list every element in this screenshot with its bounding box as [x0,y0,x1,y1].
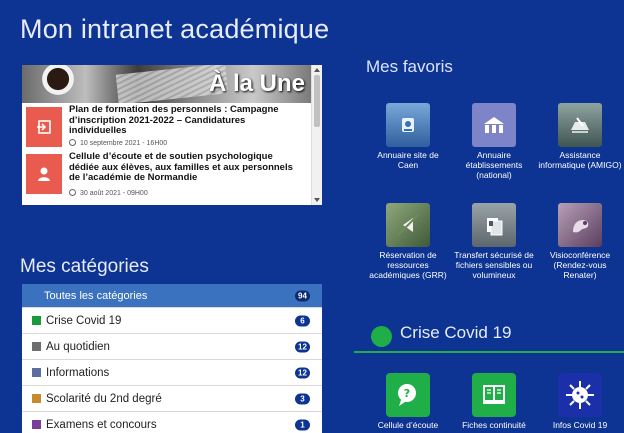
category-color-swatch [32,342,41,351]
favorite-label: Assistance informatique (AMIGO) [538,150,622,170]
it-support-icon [558,103,602,147]
news-banner-title: À la Une [208,70,305,97]
covid-infos[interactable]: Infos Covid 19 [538,373,622,430]
category-color-swatch [32,394,41,403]
category-label: Informations [46,366,110,379]
directory-caen-icon [386,103,430,147]
signin-icon [37,120,51,134]
category-label: Scolarité du 2nd degré [46,392,162,405]
news-scrollbar[interactable] [311,65,322,205]
news-item-date: 30 août 2021 - 09H00 [69,189,148,197]
coffee-cup-image [38,65,78,99]
covid-section-dot [371,326,392,347]
category-informations[interactable]: Informations 12 [22,360,322,386]
videoconference-icon [558,203,602,247]
favorite-annuaire-caen[interactable]: Annuaire site de Caen [366,103,450,170]
scroll-thumb[interactable] [314,75,320,127]
news-item-title[interactable]: Plan de formation des personnels : Campa… [69,104,305,137]
category-au-quotidien[interactable]: Au quotidien 12 [22,334,322,360]
school-building-icon [472,103,516,147]
covid-section-title: Crise Covid 19 [400,323,512,342]
covid-item-label: Infos Covid 19 [552,420,608,430]
news-panel: À la Une Plan de formation des personnel… [22,65,322,205]
clock-icon [69,139,76,146]
category-count: 94 [295,290,310,301]
favorites-title: Mes favoris [366,57,453,76]
categories-list: Toutes les catégories 94 Crise Covid 19 … [22,284,322,433]
category-label: Au quotidien [46,340,110,353]
category-count: 6 [295,315,310,326]
favorite-reservation-grr[interactable]: Réservation de ressources académiques (G… [366,203,450,280]
news-item[interactable]: Cellule d’écoute et de soutien psycholog… [26,151,306,197]
covid-cellule-ecoute[interactable]: ? Cellule d’écoute [366,373,450,430]
scroll-down-icon[interactable] [314,198,320,202]
favorite-transfert-securise[interactable]: Transfert sécurisé de fichiers sensibles… [452,203,536,280]
category-color-swatch [32,368,41,377]
covid-item-label: Fiches continuité [462,420,526,430]
category-all[interactable]: Toutes les catégories 94 [22,284,322,308]
scroll-up-icon[interactable] [314,68,320,72]
chat-help-icon: ? [386,373,430,417]
reservation-icon [386,203,430,247]
category-count: 12 [295,341,310,352]
covid-fiches-continuite[interactable]: Fiches continuité [452,373,536,430]
category-count: 1 [295,419,310,430]
category-color-swatch [32,316,41,325]
clock-icon [69,189,76,196]
category-color-swatch [32,420,41,429]
svg-text:?: ? [404,387,410,400]
categories-title: Mes catégories [20,256,149,277]
news-badge [26,107,62,147]
person-icon [38,167,50,181]
book-icon [472,373,516,417]
category-label: Toutes les catégories [44,289,148,302]
covid-section-divider [354,351,624,353]
covid-item-label: Cellule d’écoute [377,420,439,430]
category-covid[interactable]: Crise Covid 19 6 [22,308,322,334]
favorite-label: Visioconférence (Rendez-vous Renater) [549,250,611,280]
favorite-label: Annuaire établissements (national) [465,150,523,180]
news-badge [26,154,62,194]
news-item-date: 10 septembre 2021 - 16H00 [69,139,167,147]
favorite-label: Réservation de ressources académiques (G… [369,250,447,280]
news-banner: À la Une [22,65,311,103]
category-label: Examens et concours [46,418,157,431]
news-item-title[interactable]: Cellule d’écoute et de soutien psycholog… [69,151,305,184]
favorite-visioconference[interactable]: Visioconférence (Rendez-vous Renater) [538,203,622,280]
favorite-label: Annuaire site de Caen [377,150,439,170]
file-transfer-icon [472,203,516,247]
favorite-label: Transfert sécurisé de fichiers sensibles… [454,250,534,280]
category-count: 12 [295,367,310,378]
category-examens[interactable]: Examens et concours 1 [22,412,322,433]
category-label: Crise Covid 19 [46,314,122,327]
category-scolarite[interactable]: Scolarité du 2nd degré 3 [22,386,322,412]
news-item[interactable]: Plan de formation des personnels : Campa… [26,104,306,149]
page-title: Mon intranet académique [20,14,330,44]
virus-icon [558,373,602,417]
favorite-assistance-amigo[interactable]: Assistance informatique (AMIGO) [538,103,622,170]
favorite-annuaire-etablissements[interactable]: Annuaire établissements (national) [452,103,536,180]
category-count: 3 [295,393,310,404]
